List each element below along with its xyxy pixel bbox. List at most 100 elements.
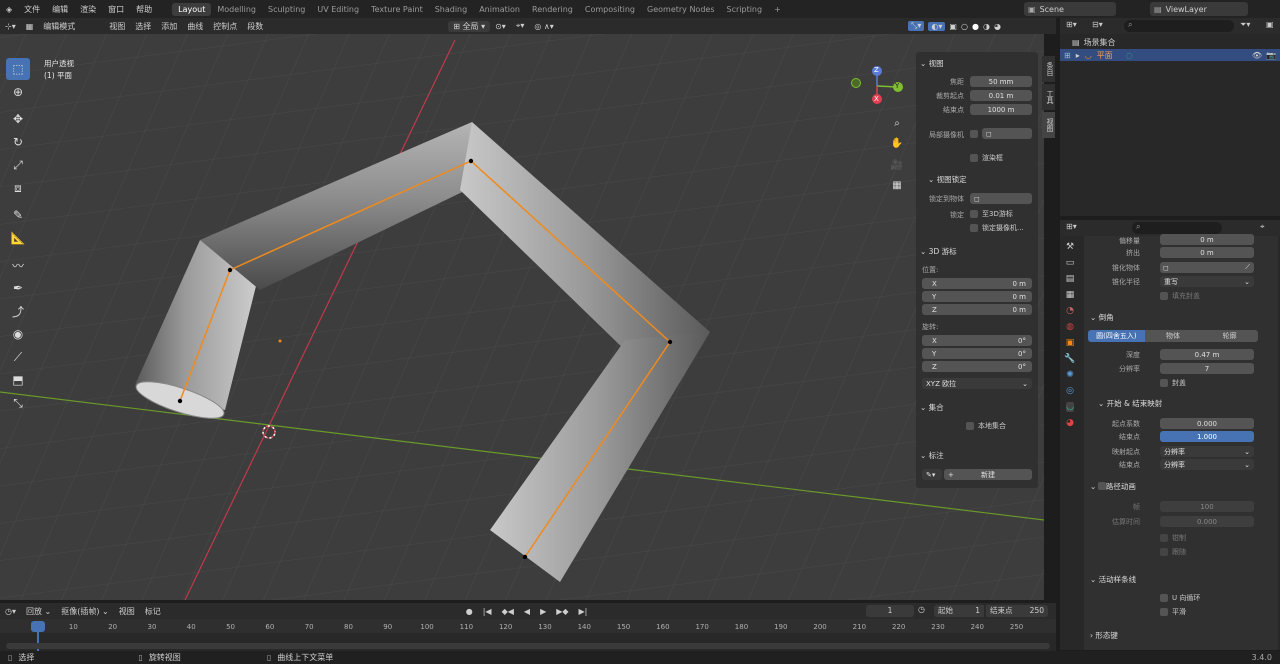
playback-menu[interactable]: 回放 ⌄ [21,606,56,617]
scale-tool-icon[interactable]: ⤢ [6,154,30,176]
timeline-area[interactable]: 1102030405060708090100110120130140150160… [0,619,1056,651]
camera-render-icon[interactable]: 📷 [1266,51,1276,60]
section-shape[interactable]: › 形态键 [1090,630,1118,641]
section-start-end[interactable]: ⌄ 开始 & 结束映射 [1098,398,1162,409]
jump-start-icon[interactable]: |◀ [478,607,497,616]
section-3d-cursor[interactable]: ⌄ 3D 游标 [920,246,957,257]
overlay-icon[interactable]: ◐▾ [928,21,946,31]
tab-compositing[interactable]: Compositing [579,3,641,16]
filter-icon[interactable]: ⏷▾ [1240,20,1250,30]
tab-layout[interactable]: Layout [172,2,212,16]
bevel-mode-object[interactable]: 物体 [1144,330,1202,342]
control-point[interactable] [522,554,528,560]
menu-segments[interactable]: 段数 [242,21,268,32]
cursor-loc-y-field[interactable]: Y 0 m [922,291,1032,302]
jump-end-icon[interactable]: ▶| [574,607,593,616]
proportional-edit-icon[interactable]: ◎ ∧▾ [529,22,558,31]
timeline-editor-icon[interactable]: ◷▾ [0,607,21,616]
resolution-field[interactable]: 7 [1160,363,1254,374]
tab-modelling[interactable]: Modelling [211,3,262,16]
menu-add[interactable]: 添加 [156,21,182,32]
visibility-icon[interactable]: ⤡▾ [908,21,925,31]
outliner-item-plane[interactable]: ⊞ ▸ ◡ 平面 ◌ 👁 📷 [1060,49,1280,61]
current-frame-field[interactable]: 1 [866,605,914,617]
tab-uv-editing[interactable]: UV Editing [311,3,365,16]
material-shading-icon[interactable]: ◑ [983,22,990,31]
fill-caps-bevel-checkbox[interactable] [1160,379,1168,387]
outliner-editor-icon[interactable]: ⊞▾ [1066,20,1077,29]
camera-icon[interactable]: 🎥 [888,156,906,174]
bevel-start-field[interactable]: 0.000 [1160,418,1254,429]
material-tab-icon[interactable]: ◕ [1066,418,1074,428]
output-tab-icon[interactable]: ▤ [1066,274,1075,284]
randomize-tool-icon[interactable]: ⬒ [6,369,30,391]
tab-tool[interactable]: 工具 [1042,84,1055,110]
rendered-shading-icon[interactable]: ◕ [994,22,1001,31]
tab-sculpting[interactable]: Sculpting [262,3,311,16]
pin-icon[interactable]: ⌖ [1260,222,1265,232]
render-region-checkbox[interactable] [970,154,978,162]
properties-search-input[interactable]: ⌕ [1132,222,1222,234]
tab-view[interactable]: 视图 [1042,112,1055,138]
menu-file[interactable]: 文件 [18,4,46,15]
bevel-mode-round[interactable]: 圆(四舍五入) [1088,330,1145,342]
menu-help[interactable]: 帮助 [130,4,158,15]
lock-camera-checkbox[interactable] [970,224,978,232]
blender-logo-icon[interactable]: ◈ [0,5,18,14]
render-tab-icon[interactable]: ▭ [1066,258,1075,268]
keying-menu[interactable]: 抠像(插帧) ⌄ [56,606,114,617]
play-icon[interactable]: ▶ [535,607,551,616]
cursor-rot-z-field[interactable]: Z 0° [922,361,1032,372]
rotate-tool-icon[interactable]: ↻ [6,131,30,153]
view-layer-selector[interactable]: ▤ ViewLayer [1150,2,1248,16]
tab-item[interactable]: 条目 [1042,56,1055,82]
section-bevel[interactable]: ⌄ 倒角 [1090,312,1114,323]
3d-viewport[interactable]: 用户透视 (1) 平面 Z Y X ⌕ ✋ 🎥 ▦ [0,34,1044,600]
smooth-checkbox[interactable] [1160,608,1168,616]
section-view-lock[interactable]: ⌄ 视图锁定 [928,174,967,185]
grid-view-icon[interactable]: ▦ [888,176,906,194]
select-tool-icon[interactable]: ⬚ [6,58,30,80]
tab-animation[interactable]: Animation [473,3,526,16]
follow-checkbox[interactable] [1160,548,1168,556]
scene-tab-icon[interactable]: ◔ [1066,306,1074,316]
timeline-view-menu[interactable]: 视图 [114,606,140,617]
eval-time-field[interactable]: 0.000 [1160,516,1254,527]
taper-radius-dropdown[interactable]: 重写 ⌄ [1160,276,1254,287]
physics-tab-icon[interactable]: ◎ [1066,386,1074,396]
section-view-title[interactable]: ⌄ 视图 [920,58,944,69]
bevel-mode-profile[interactable]: 轮廓 [1201,330,1259,342]
section-path-animation[interactable]: ⌄ 路径动画 [1090,481,1136,492]
annotation-type-icon[interactable]: ✎▾ [922,469,942,480]
measure-tool-icon[interactable]: 📐 [6,227,30,249]
control-point[interactable] [227,267,233,273]
move-tool-icon[interactable]: ✥ [6,108,30,130]
local-collection-checkbox[interactable] [966,422,974,430]
cursor-loc-x-field[interactable]: X 0 m [922,278,1032,289]
menu-curve[interactable]: 曲线 [182,21,208,32]
clip-end-field[interactable]: 1000 m [970,104,1032,115]
section-collection[interactable]: ⌄ 集合 [920,402,944,413]
properties-editor-icon[interactable]: ⊞▾ [1066,222,1077,231]
tilt-tool-icon[interactable]: ⟋ [6,346,30,368]
depth-field[interactable]: 0.47 m [1160,349,1254,360]
cursor-rot-y-field[interactable]: Y 0° [922,348,1032,359]
view-layer-tab-icon[interactable]: ▦ [1066,290,1075,300]
cursor-tool-icon[interactable]: ⊕ [6,81,30,103]
lock-object-field[interactable]: ◻ [970,193,1032,204]
map-start-dropdown[interactable]: 分辨率 ⌄ [1160,446,1254,457]
fill-caps-checkbox[interactable] [1160,292,1168,300]
local-camera-checkbox[interactable] [970,130,978,138]
shear-tool-icon[interactable]: ⤡ [6,392,30,414]
control-point[interactable] [468,158,474,164]
prev-key-icon[interactable]: ◆◀ [497,607,519,616]
modifier-tab-icon[interactable]: 🔧 [1064,354,1075,364]
radius-tool-icon[interactable]: ◉ [6,323,30,345]
control-point[interactable] [177,398,183,404]
world-tab-icon[interactable]: ◍ [1066,322,1074,332]
taper-object-field[interactable]: ◻ ⟋ [1160,262,1254,273]
eye-icon[interactable]: 👁 [1252,51,1262,60]
zoom-icon[interactable]: ⌕ [888,114,906,132]
add-workspace-button[interactable]: + [768,3,787,16]
menu-render[interactable]: 渲染 [74,4,102,15]
